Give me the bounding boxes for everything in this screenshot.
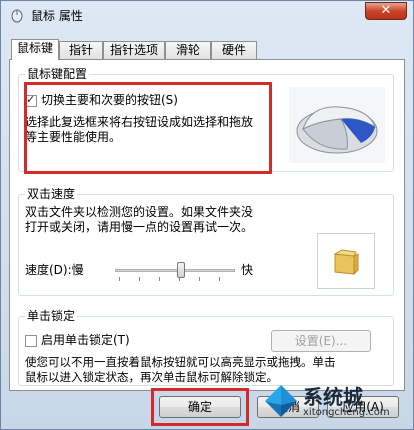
folder-icon[interactable] [332, 246, 362, 276]
mouse-properties-window: 鼠标 属性 ✕ 鼠标键 指针 指针选项 滑轮 硬件 鼠标键配置 切换主要和次要的… [0, 0, 414, 430]
tab-pointers[interactable]: 指针 [59, 41, 103, 59]
speed-tick [159, 277, 160, 281]
ok-button-highlight-box [151, 388, 249, 426]
double-click-description-line-2: 打开或关闭，请用慢一点的设置再试一次。 [25, 220, 254, 234]
double-click-title: 双击速度 [25, 187, 78, 201]
watermark-logo-icon [265, 385, 297, 417]
double-click-description-line-1: 双击文件夹以检测您的设置。如果文件夹没 [25, 205, 254, 219]
tab-pointer-options[interactable]: 指针选项 [103, 41, 165, 59]
speed-tick [119, 277, 120, 281]
button-config-title: 鼠标键配置 [25, 67, 90, 81]
mouse-icon [11, 9, 23, 23]
watermark: 系统城 xitongcheng.com [259, 379, 409, 425]
mouse-illustration [289, 87, 385, 163]
tab-buttons[interactable]: 鼠标键 [11, 39, 59, 60]
click-lock-group: 单击锁定 启用单击锁定(T) 设置(E)... 使您可以不用一直按着鼠标按钮就可… [18, 309, 394, 386]
speed-slider-thumb[interactable] [177, 262, 185, 278]
click-lock-description-line-2: 鼠标以进入锁定状态，再次单击鼠标可解除锁定。 [25, 370, 278, 384]
speed-tick [199, 277, 200, 281]
click-lock-settings-button[interactable]: 设置(E)... [271, 330, 371, 352]
double-click-group: 双击速度 双击文件夹以检测您的设置。如果文件夹没 打开或关闭，请用慢一点的设置再… [18, 187, 394, 296]
click-lock-description-line-1: 使您可以不用一直按着鼠标按钮就可以高亮显示或拖拽。单击 [25, 355, 336, 369]
title-bar[interactable]: 鼠标 属性 ✕ [1, 1, 413, 29]
tab-hardware[interactable]: 硬件 [211, 41, 257, 59]
close-button[interactable]: ✕ [365, 2, 407, 20]
click-lock-title: 单击锁定 [25, 309, 78, 323]
dialog-content: 鼠标键 指针 指针选项 滑轮 硬件 鼠标键配置 切换主要和次要的按钮(S) 选择… [9, 39, 407, 391]
swap-buttons-highlight-box [24, 82, 272, 174]
tab-panel: 鼠标键配置 切换主要和次要的按钮(S) 选择此复选框来将右按钮设成如选择和拖放 … [9, 59, 405, 391]
click-lock-checkbox[interactable] [25, 335, 37, 347]
tab-wheel[interactable]: 滑轮 [165, 41, 211, 59]
watermark-url: xitongcheng.com [303, 407, 390, 418]
speed-slow-label: 速度(D):慢 [25, 263, 84, 277]
speed-slider-track[interactable] [115, 269, 235, 272]
window-title: 鼠标 属性 [31, 9, 83, 23]
speed-tick [219, 277, 220, 281]
speed-tick [139, 277, 140, 281]
test-folder-area[interactable] [317, 233, 375, 289]
tab-strip: 鼠标键 指针 指针选项 滑轮 硬件 [9, 39, 407, 60]
click-lock-label[interactable]: 启用单击锁定(T) [41, 333, 130, 348]
watermark-brand: 系统城 [303, 385, 363, 409]
speed-fast-label: 快 [241, 263, 254, 277]
